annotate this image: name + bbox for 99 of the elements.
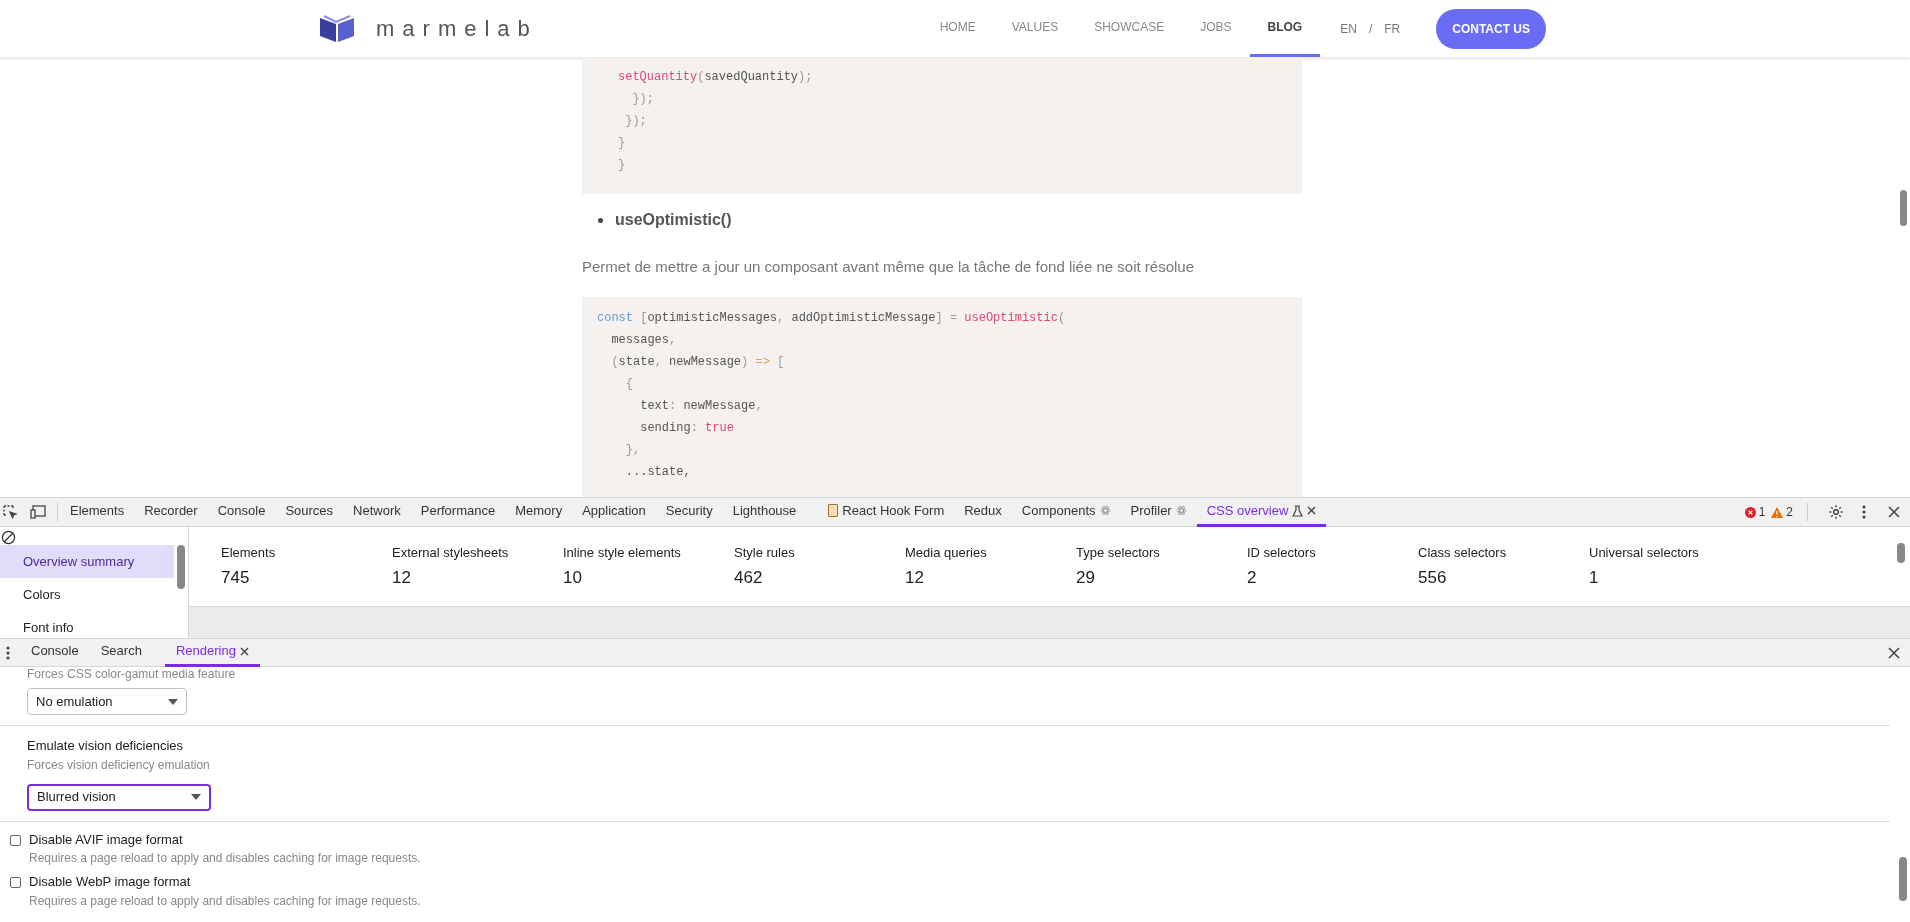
- stat-value: 12: [392, 566, 412, 589]
- devtools-tab[interactable]: Memory: [505, 497, 573, 527]
- checkbox[interactable]: [10, 877, 21, 888]
- nav-link[interactable]: JOBS: [1182, 0, 1250, 57]
- language-option[interactable]: FR: [1384, 19, 1401, 38]
- setting-title: Emulate vision deficiencies: [27, 737, 185, 755]
- code-line: setQuantity(savedQuantity);: [618, 69, 813, 86]
- devtools-tab[interactable]: CSS overview: [1196, 497, 1327, 527]
- page-scrollbar[interactable]: [1900, 190, 1907, 226]
- error-icon: [1744, 506, 1756, 518]
- code-line: },: [624, 441, 641, 459]
- drawer-scrollbar[interactable]: [1899, 857, 1907, 901]
- logo-text: marmelab: [376, 15, 538, 43]
- logo-icon: [318, 13, 356, 44]
- devtools-tab[interactable]: Application: [572, 497, 656, 527]
- dropdown-caret-icon: [168, 698, 178, 705]
- sidebar-scrollbar[interactable]: [177, 545, 185, 589]
- stat-label: Style rules: [734, 544, 796, 562]
- stat-value: 462: [734, 566, 764, 589]
- setting-description: Requires a page reload to apply and disables caching for image requests.: [29, 850, 421, 867]
- setting-description: Requires a page reload to apply and disables caching for image requests.: [29, 892, 421, 910]
- devtools-tab[interactable]: Components: [1011, 497, 1121, 527]
- devtools-tab[interactable]: Redux: [954, 497, 1012, 527]
- setting-description: Forces CSS color-gamut media feature: [27, 667, 237, 682]
- stat-label: Universal selectors: [1589, 544, 1700, 562]
- devtools-tab[interactable]: Console: [207, 497, 276, 527]
- warning-icon: [1771, 506, 1784, 518]
- checkbox[interactable]: [10, 834, 21, 846]
- nav-link[interactable]: HOME: [921, 0, 994, 57]
- stat-label: Inline style elements: [563, 544, 682, 562]
- close-icon[interactable]: [1888, 506, 1900, 518]
- language-option[interactable]: /: [1368, 19, 1373, 38]
- nav-link[interactable]: VALUES: [993, 0, 1077, 57]
- contact-button[interactable]: CONTACT US: [1436, 8, 1546, 49]
- device-toolbar-icon[interactable]: [30, 504, 47, 520]
- code-line: messages,: [610, 331, 677, 349]
- devtools-tab[interactable]: Sources: [275, 497, 344, 527]
- stat-value: 10: [563, 566, 583, 589]
- list-item: useOptimistic(): [615, 210, 732, 230]
- devtools-tab[interactable]: Performance: [410, 497, 506, 527]
- atom-icon: [1099, 505, 1111, 516]
- sidebar-item[interactable]: Colors: [0, 578, 174, 611]
- stat-value: 2: [1247, 566, 1258, 589]
- atom-icon: [1175, 505, 1187, 516]
- sidebar-item[interactable]: Font info: [0, 611, 174, 638]
- devtools-tab[interactable]: React Hook Form: [818, 497, 955, 527]
- flask-icon: [1292, 504, 1304, 517]
- clipboard-icon: [828, 504, 839, 517]
- drawer-tab[interactable]: Rendering: [164, 638, 260, 667]
- dropdown-select[interactable]: No emulation: [27, 688, 187, 715]
- sidebar-item[interactable]: Overview summary: [0, 545, 174, 578]
- code-line: sending: true: [639, 419, 734, 437]
- setting-description: Forces vision deficiency emulation: [27, 756, 211, 774]
- setting-title: Disable WebP image format: [29, 873, 192, 891]
- clear-icon[interactable]: [1, 530, 16, 545]
- stat-value: 12: [905, 566, 925, 589]
- drawer-tab[interactable]: Search: [89, 638, 153, 667]
- code-line: }: [618, 157, 626, 174]
- warning-count[interactable]: 2: [1771, 503, 1793, 521]
- settings-icon[interactable]: [1828, 504, 1844, 520]
- nav-link[interactable]: SHOWCASE: [1076, 0, 1183, 57]
- stat-label: Type selectors: [1076, 544, 1161, 562]
- devtools-tab[interactable]: Recorder: [134, 497, 208, 527]
- stat-value: 29: [1076, 566, 1096, 589]
- language-option[interactable]: EN: [1340, 19, 1357, 38]
- code-line: const [optimisticMessages, addOptimisticMessage] = useOptimistic(: [597, 309, 1066, 327]
- paragraph: Permet de mettre a jour un composant avant même que la tâche de fond liée ne soit résolue: [582, 257, 1196, 277]
- stat-label: Elements: [221, 544, 277, 562]
- devtools-tab[interactable]: Elements: [60, 497, 135, 527]
- stat-value: 745: [221, 566, 251, 589]
- devtools-tab[interactable]: Profiler: [1120, 497, 1197, 527]
- code-line: });: [631, 91, 654, 108]
- code-line: {: [624, 375, 633, 393]
- stat-value: 556: [1418, 566, 1448, 589]
- code-line: text: newMessage,: [639, 397, 763, 415]
- code-line: }: [618, 135, 626, 152]
- stat-label: Media queries: [905, 544, 988, 562]
- setting-title: Disable AVIF image format: [29, 830, 184, 849]
- error-count[interactable]: 1: [1744, 503, 1766, 521]
- stat-value: 1: [1589, 566, 1600, 589]
- more-options-icon[interactable]: [1862, 505, 1866, 519]
- stat-label: ID selectors: [1247, 544, 1317, 562]
- code-line: ...state,: [624, 463, 691, 481]
- more-options-icon[interactable]: [6, 645, 10, 660]
- devtools-tab[interactable]: Network: [343, 497, 411, 527]
- close-icon[interactable]: [1307, 506, 1317, 515]
- stat-label: Class selectors: [1418, 544, 1508, 562]
- stat-label: External stylesheets: [392, 544, 510, 562]
- dropdown-caret-icon: [191, 794, 201, 800]
- inspect-element-icon[interactable]: [2, 504, 18, 520]
- overview-scrollbar[interactable]: [1897, 543, 1905, 563]
- code-line: });: [624, 113, 647, 130]
- code-line: (state, newMessage) => [: [610, 353, 785, 371]
- devtools-tab[interactable]: Security: [655, 497, 723, 527]
- devtools-tab[interactable]: Lighthouse: [722, 497, 807, 527]
- drawer-tab[interactable]: Console: [20, 638, 90, 667]
- close-icon[interactable]: [239, 646, 249, 656]
- dropdown-select[interactable]: Blurred vision: [27, 783, 211, 811]
- close-icon[interactable]: [1888, 646, 1900, 659]
